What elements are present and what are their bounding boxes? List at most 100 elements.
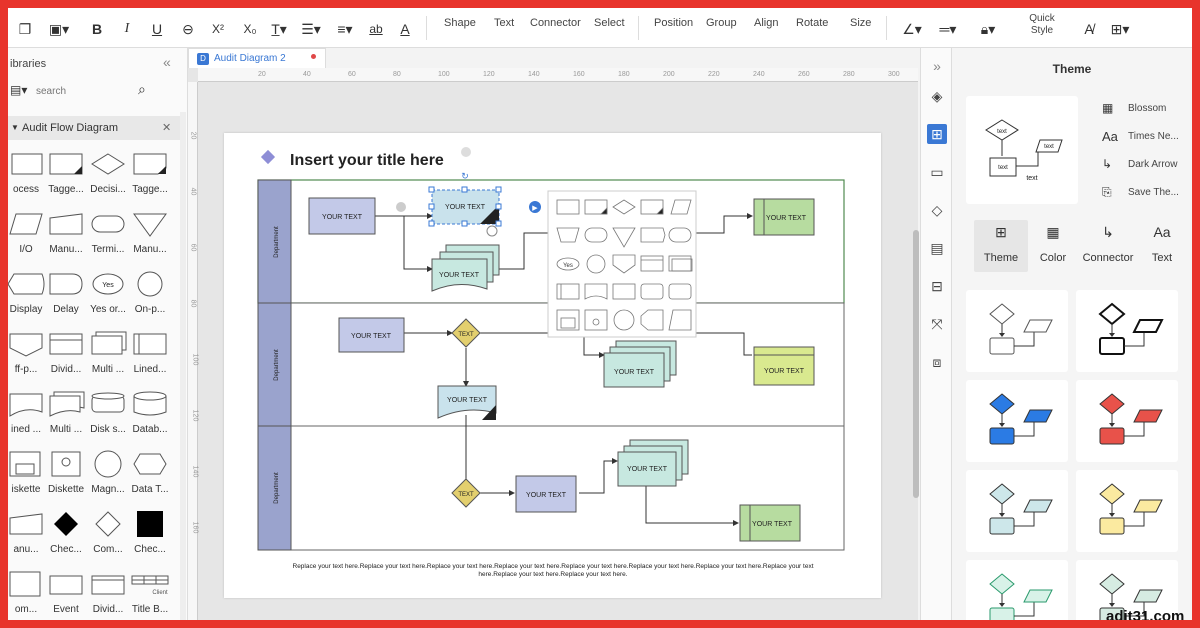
spell-icon[interactable]: A̸ <box>1080 20 1098 38</box>
library-shape[interactable]: anu... <box>8 508 46 566</box>
multi-process-shape[interactable]: YOUR TEXT <box>617 439 689 487</box>
page-icon[interactable]: ▤ <box>927 238 947 258</box>
library-shape[interactable]: Lined... <box>130 328 170 386</box>
title-handle[interactable] <box>461 147 471 157</box>
library-shape[interactable]: Divid... <box>88 568 128 620</box>
line-spacing-icon[interactable]: ☰▾ <box>298 20 324 38</box>
library-shape[interactable]: Datab... <box>130 388 170 446</box>
text-format-icon[interactable]: T̲▾ <box>270 20 288 38</box>
library-shape[interactable]: Multi ... <box>88 328 128 386</box>
library-shape[interactable]: ocess <box>8 148 46 206</box>
copy-icon[interactable]: ❐ <box>16 20 34 38</box>
collapse-panel-icon[interactable]: « <box>163 54 171 70</box>
theme-swatch[interactable] <box>1076 380 1178 462</box>
connector-menu[interactable]: Connector <box>530 17 581 29</box>
lock-icon[interactable]: 🔒︎▾ <box>976 20 1000 38</box>
theme-swatch[interactable] <box>966 380 1068 462</box>
expand-panel-icon[interactable]: » <box>927 56 947 76</box>
fit-icon[interactable]: ⤧ <box>927 314 947 334</box>
library-shape[interactable]: Event <box>46 568 86 620</box>
multi-process-shape[interactable]: YOUR TEXT <box>603 340 677 388</box>
library-shape[interactable]: Yes Yes or... <box>88 268 128 326</box>
group-menu[interactable]: Group <box>706 17 737 29</box>
library-shape[interactable]: Tagge... <box>46 148 86 206</box>
library-shape[interactable]: Com... <box>88 508 128 566</box>
theme-swatch[interactable] <box>1076 290 1178 372</box>
highlight-icon[interactable]: ab <box>364 20 388 38</box>
tab-theme[interactable]: ⊞ Theme <box>974 220 1028 272</box>
library-menu-icon[interactable]: ▤▾ <box>10 83 27 97</box>
position-menu[interactable]: Position <box>654 17 693 29</box>
library-shape[interactable]: Manu... <box>130 208 170 266</box>
shape-picker-popup[interactable]: Yes <box>547 190 697 338</box>
document-tab[interactable]: D Audit Diagram 2 <box>188 48 326 68</box>
process-box[interactable]: YOUR TEXT <box>338 317 405 353</box>
subscript-icon[interactable]: X₀ <box>240 20 260 38</box>
library-shape[interactable]: Magn... <box>88 448 128 506</box>
process-box[interactable]: YOUR TEXT <box>515 475 577 513</box>
theme-swatch[interactable] <box>966 470 1068 552</box>
attachment-icon[interactable]: ⊟ <box>927 276 947 296</box>
library-shape[interactable]: ined ... <box>8 388 46 446</box>
align-menu[interactable]: Align <box>754 17 778 29</box>
library-category-header[interactable]: ▼ Audit Flow Diagram ✕ <box>8 116 180 140</box>
theme-swatch[interactable] <box>966 560 1068 620</box>
library-shape[interactable]: Delay <box>46 268 86 326</box>
shape-menu[interactable]: Shape <box>444 17 476 29</box>
diagram-title[interactable]: Insert your title here <box>290 152 444 169</box>
canvas-scrollbar[interactable] <box>913 230 919 498</box>
library-shape[interactable]: Diskette <box>46 448 86 506</box>
font-color-icon[interactable]: A <box>396 20 414 38</box>
end-box[interactable]: YOUR TEXT <box>739 504 801 542</box>
current-theme-preview[interactable]: text text text text <box>966 96 1078 204</box>
close-icon[interactable]: ✕ <box>162 121 171 134</box>
theme-icon[interactable]: ⊞ <box>927 124 947 144</box>
text-menu[interactable]: Text <box>494 17 514 29</box>
library-shape[interactable]: Divid... <box>46 328 86 386</box>
end-box[interactable]: YOUR TEXT <box>753 346 815 386</box>
end-box[interactable]: YOUR TEXT <box>753 198 815 236</box>
library-shape[interactable]: Disk s... <box>88 388 128 446</box>
tab-connector[interactable]: ↳ Connector <box>1081 220 1135 272</box>
library-shape[interactable]: om... <box>8 568 46 620</box>
footer-text[interactable]: Replace your text here.Replace your text… <box>288 563 818 579</box>
rotate-menu[interactable]: Rotate <box>796 17 828 29</box>
select-menu[interactable]: Select <box>594 17 625 29</box>
bold-icon[interactable]: B <box>90 20 104 38</box>
search-icon[interactable]: ⌕ <box>138 81 146 98</box>
bullet-list-icon[interactable]: ≡▾ <box>332 20 358 38</box>
layers-icon[interactable]: ◇ <box>927 200 947 220</box>
library-shape[interactable]: Client Title B... <box>130 568 170 620</box>
library-shape[interactable]: Termi... <box>88 208 128 266</box>
theme-swatch[interactable] <box>1076 470 1178 552</box>
quick-style-button[interactable]: Quick Style <box>1024 13 1060 37</box>
library-shape[interactable]: Chec... <box>130 508 170 566</box>
library-scrollbar[interactable] <box>180 112 186 620</box>
library-shape[interactable]: Display <box>8 268 46 326</box>
line-color-icon[interactable]: ∠▾ <box>900 20 924 38</box>
library-shape[interactable]: iskette <box>8 448 46 506</box>
library-shape[interactable]: Multi ... <box>46 388 86 446</box>
tab-color[interactable]: ▦ Color <box>1026 220 1080 272</box>
line-style-icon[interactable]: ═▾ <box>936 20 960 38</box>
theme-swatch[interactable] <box>966 290 1068 372</box>
library-shape[interactable]: Manu... <box>46 208 86 266</box>
library-shape[interactable]: Chec... <box>46 508 86 566</box>
diagram-page[interactable]: Insert your title here Department Depart… <box>224 133 881 598</box>
strikethrough-icon[interactable]: ⊖ <box>180 20 196 38</box>
italic-icon[interactable]: I <box>120 20 134 38</box>
size-menu[interactable]: Size <box>850 17 871 29</box>
process-box[interactable]: YOUR TEXT <box>308 197 376 235</box>
present-icon[interactable]: ⧈ <box>927 352 947 372</box>
fill-icon[interactable]: ◈ <box>927 86 947 106</box>
superscript-icon[interactable]: X² <box>208 20 228 38</box>
search-input[interactable] <box>36 82 131 100</box>
library-shape[interactable]: Tagge... <box>130 148 170 206</box>
library-shape[interactable]: I/O <box>8 208 46 266</box>
library-shape[interactable]: Decisi... <box>88 148 128 206</box>
underline-icon[interactable]: U <box>150 20 164 38</box>
tab-text[interactable]: Aa Text <box>1135 220 1189 272</box>
library-shape[interactable]: Data T... <box>130 448 170 506</box>
library-shape[interactable]: ff-p... <box>8 328 46 386</box>
paste-icon[interactable]: ▣▾ <box>48 20 70 38</box>
